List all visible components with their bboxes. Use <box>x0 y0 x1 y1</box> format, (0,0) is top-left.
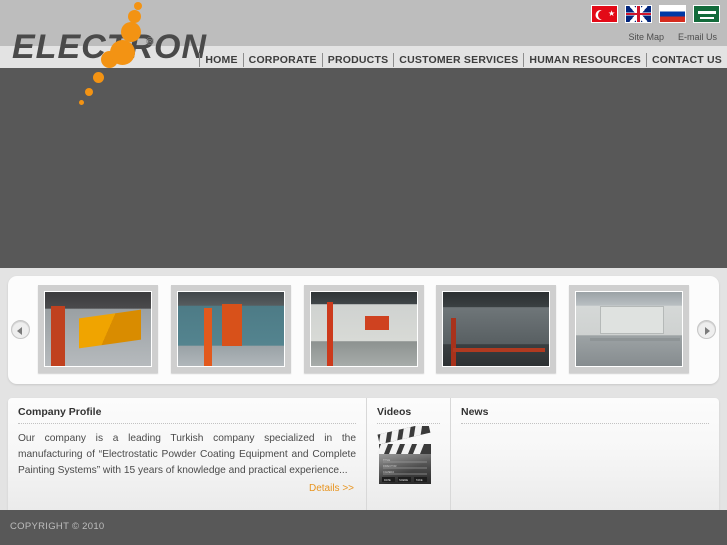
nav-item-home[interactable]: HOME <box>204 54 242 66</box>
content-panels: Company Profile Our company is a leading… <box>8 398 719 510</box>
company-profile-details-link[interactable]: Details >> <box>309 483 354 494</box>
carousel-slide[interactable] <box>436 285 557 373</box>
utility-links: Site Map E-mail Us <box>628 32 717 42</box>
carousel-slide-image <box>442 291 551 367</box>
logo-dot-icon <box>110 40 135 65</box>
email-us-link[interactable]: E-mail Us <box>678 32 717 42</box>
carousel-slide[interactable] <box>38 285 158 373</box>
videos-panel: Videos TITLE DIRECTOR CAMERA DATE SCENE … <box>366 398 450 510</box>
site-footer: COPYRIGHT © 2010 <box>0 510 727 545</box>
carousel-slide[interactable] <box>569 285 689 373</box>
main-navigation: HOME CORPORATE PRODUCTS CUSTOMER SERVICE… <box>199 52 727 68</box>
svg-text:SCENE: SCENE <box>399 478 408 482</box>
carousel-slides <box>38 285 689 375</box>
company-profile-title: Company Profile <box>18 406 102 418</box>
carousel-slide-image <box>44 291 152 367</box>
russian-flag-icon[interactable] <box>659 5 686 23</box>
carousel-slide[interactable] <box>170 285 291 373</box>
registered-trademark-icon: ® <box>146 36 155 48</box>
logo-dot-icon <box>128 10 141 23</box>
nav-item-customer-services[interactable]: CUSTOMER SERVICES <box>398 54 523 66</box>
logo-dot-icon <box>85 88 93 96</box>
videos-title: Videos <box>377 406 412 418</box>
panel-divider <box>461 423 709 424</box>
carousel-next-arrow-icon[interactable] <box>697 320 716 339</box>
logo-dot-icon <box>79 100 84 105</box>
language-selector[interactable] <box>591 5 720 23</box>
saudi-arabia-flag-icon[interactable] <box>693 5 720 23</box>
carousel-prev-arrow-icon[interactable] <box>11 320 30 339</box>
news-title: News <box>461 406 489 418</box>
nav-item-human-resources[interactable]: HUMAN RESOURCES <box>528 54 646 66</box>
nav-separator <box>523 53 525 67</box>
logo-dot-icon <box>121 22 141 42</box>
carousel-slide-image <box>176 291 285 367</box>
nav-separator <box>321 53 323 67</box>
carousel-slide-image <box>575 291 683 367</box>
turkish-flag-icon[interactable] <box>591 5 618 23</box>
nav-item-contact-us[interactable]: CONTACT US <box>651 54 727 66</box>
nav-separator <box>242 53 244 67</box>
clapperboard-icon[interactable]: TITLE DIRECTOR CAMERA DATE SCENE TAKE <box>376 426 438 488</box>
carousel-slide-image <box>309 291 418 367</box>
logo-dot-icon <box>93 72 104 83</box>
copyright-text: COPYRIGHT © 2010 <box>10 521 105 532</box>
nav-separator <box>645 53 647 67</box>
english-flag-icon[interactable] <box>625 5 652 23</box>
nav-item-corporate[interactable]: CORPORATE <box>248 54 322 66</box>
company-profile-panel: Company Profile Our company is a leading… <box>8 398 366 510</box>
svg-text:DATE: DATE <box>384 478 391 482</box>
carousel-slide[interactable] <box>303 285 424 373</box>
nav-separator <box>199 53 201 67</box>
company-profile-text: Our company is a leading Turkish company… <box>18 433 356 476</box>
image-carousel <box>8 276 719 384</box>
svg-text:CAMERA: CAMERA <box>383 470 394 474</box>
svg-text:TAKE: TAKE <box>416 478 423 482</box>
logo-dot-icon <box>134 2 142 10</box>
news-panel: News <box>450 398 719 510</box>
nav-item-products[interactable]: PRODUCTS <box>327 54 394 66</box>
union-jack-cross-red <box>626 6 651 22</box>
panel-divider <box>377 423 440 424</box>
svg-text:DIRECTOR: DIRECTOR <box>383 464 397 468</box>
svg-text:TITLE: TITLE <box>383 458 390 462</box>
nav-separator <box>393 53 395 67</box>
panel-divider <box>18 423 356 424</box>
site-map-link[interactable]: Site Map <box>628 32 664 42</box>
